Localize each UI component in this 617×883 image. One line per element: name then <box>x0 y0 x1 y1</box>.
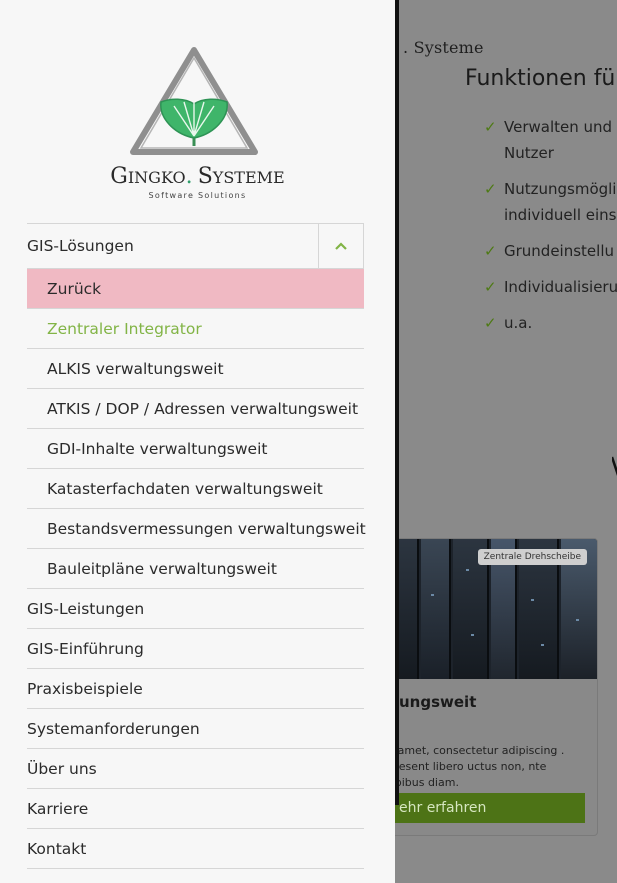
feature-item: ✓ Individualisieru <box>484 274 617 300</box>
check-icon: ✓ <box>484 314 497 332</box>
feature-text: Verwalten und <box>504 118 613 136</box>
submenu: Zurück Zentraler Integrator ALKIS verwal… <box>27 269 366 589</box>
submenu-item-bauleitplaene[interactable]: Bauleitpläne verwaltungsweit <box>27 549 364 589</box>
menu-item-gis-einfuehrung[interactable]: GIS-Einführung <box>27 629 364 669</box>
feature-item: ✓ u.a. <box>484 310 617 336</box>
submenu-item-bestandsvermessungen[interactable]: Bestandsvermessungen verwaltungsweit <box>27 509 366 549</box>
side-navigation-panel: GINGKO. SYSTEME Software Solutions GIS-L… <box>0 0 395 883</box>
feature-text: individuell eins <box>504 206 617 224</box>
submenu-item-alkis[interactable]: ALKIS verwaltungsweit <box>27 349 364 389</box>
feature-text: Grundeinstellu <box>504 242 614 260</box>
check-icon: ✓ <box>484 278 497 296</box>
background-decoration <box>610 455 617 477</box>
card-title: ungsweit <box>399 693 477 711</box>
main-menu: GIS-Lösungen Zurück Zentraler Integrator… <box>27 223 366 869</box>
menu-item-gis-leistungen[interactable]: GIS-Leistungen <box>27 589 364 629</box>
background-feature-list: ✓ Verwalten und Nutzer ✓ Nutzungsmögli i… <box>484 114 617 346</box>
feature-text: Individualisieru <box>504 278 617 296</box>
menu-item-ueber-uns[interactable]: Über uns <box>27 749 364 789</box>
logo-letters: INGKO <box>127 168 186 187</box>
submenu-item-atkis[interactable]: ATKIS / DOP / Adressen verwaltungsweit <box>27 389 364 429</box>
menu-item-label: GIS-Lösungen <box>27 237 134 255</box>
feature-item: ✓ Nutzungsmögli <box>484 176 617 202</box>
server-rack-image: Zentrale Drehscheibe <box>381 539 597 679</box>
feature-item: ✓ Verwalten und <box>484 114 617 140</box>
submenu-item-zentraler-integrator[interactable]: Zentraler Integrator <box>27 309 364 349</box>
card-more-button[interactable]: ehr erfahren <box>381 793 585 823</box>
background-card: Zentrale Drehscheibe ungsweit sit amet, … <box>380 538 598 836</box>
feature-text: u.a. <box>504 314 533 332</box>
background-heading: Funktionen fü <box>465 66 616 91</box>
logo-letter: G <box>110 164 128 189</box>
menu-item-praxisbeispiele[interactable]: Praxisbeispiele <box>27 669 364 709</box>
chevron-up-icon <box>335 242 347 250</box>
menu-item-karriere[interactable]: Karriere <box>27 789 364 829</box>
menu-item-gis-loesungen[interactable]: GIS-Lösungen <box>27 223 364 269</box>
menu-item-kontakt[interactable]: Kontakt <box>27 829 364 869</box>
feature-text: Nutzer <box>504 144 554 162</box>
background-logo-text: . Systeme <box>403 38 484 57</box>
check-icon: ✓ <box>484 180 497 198</box>
check-icon: ✓ <box>484 118 497 136</box>
submenu-back-button[interactable]: Zurück <box>27 269 364 309</box>
logo-letter: S <box>197 164 213 189</box>
card-tag: Zentrale Drehscheibe <box>477 549 587 565</box>
feature-text: Nutzungsmögli <box>504 180 617 198</box>
logo-wordmark: GINGKO. SYSTEME <box>95 164 300 189</box>
feature-item: ✓ Grundeinstellu <box>484 238 617 264</box>
feature-item: Nutzer <box>484 140 617 166</box>
submenu-item-katasterfachdaten[interactable]: Katasterfachdaten verwaltungsweit <box>27 469 364 509</box>
submenu-item-gdi[interactable]: GDI-Inhalte verwaltungsweit <box>27 429 364 469</box>
logo-letters: YSTEME <box>212 168 285 187</box>
feature-item: individuell eins <box>484 202 617 228</box>
submenu-toggle-button[interactable] <box>318 223 364 269</box>
check-icon: ✓ <box>484 242 497 260</box>
menu-item-systemanforderungen[interactable]: Systemanforderungen <box>27 709 364 749</box>
logo-tagline: Software Solutions <box>148 191 247 200</box>
ginkgo-triangle-icon <box>130 47 258 155</box>
scrollbar[interactable] <box>395 0 399 805</box>
gingko-systeme-logo[interactable]: GINGKO. SYSTEME Software Solutions <box>95 46 300 206</box>
logo-dot: . <box>185 164 193 189</box>
card-description: sit amet, consectetur adipiscing . Praes… <box>381 744 565 789</box>
